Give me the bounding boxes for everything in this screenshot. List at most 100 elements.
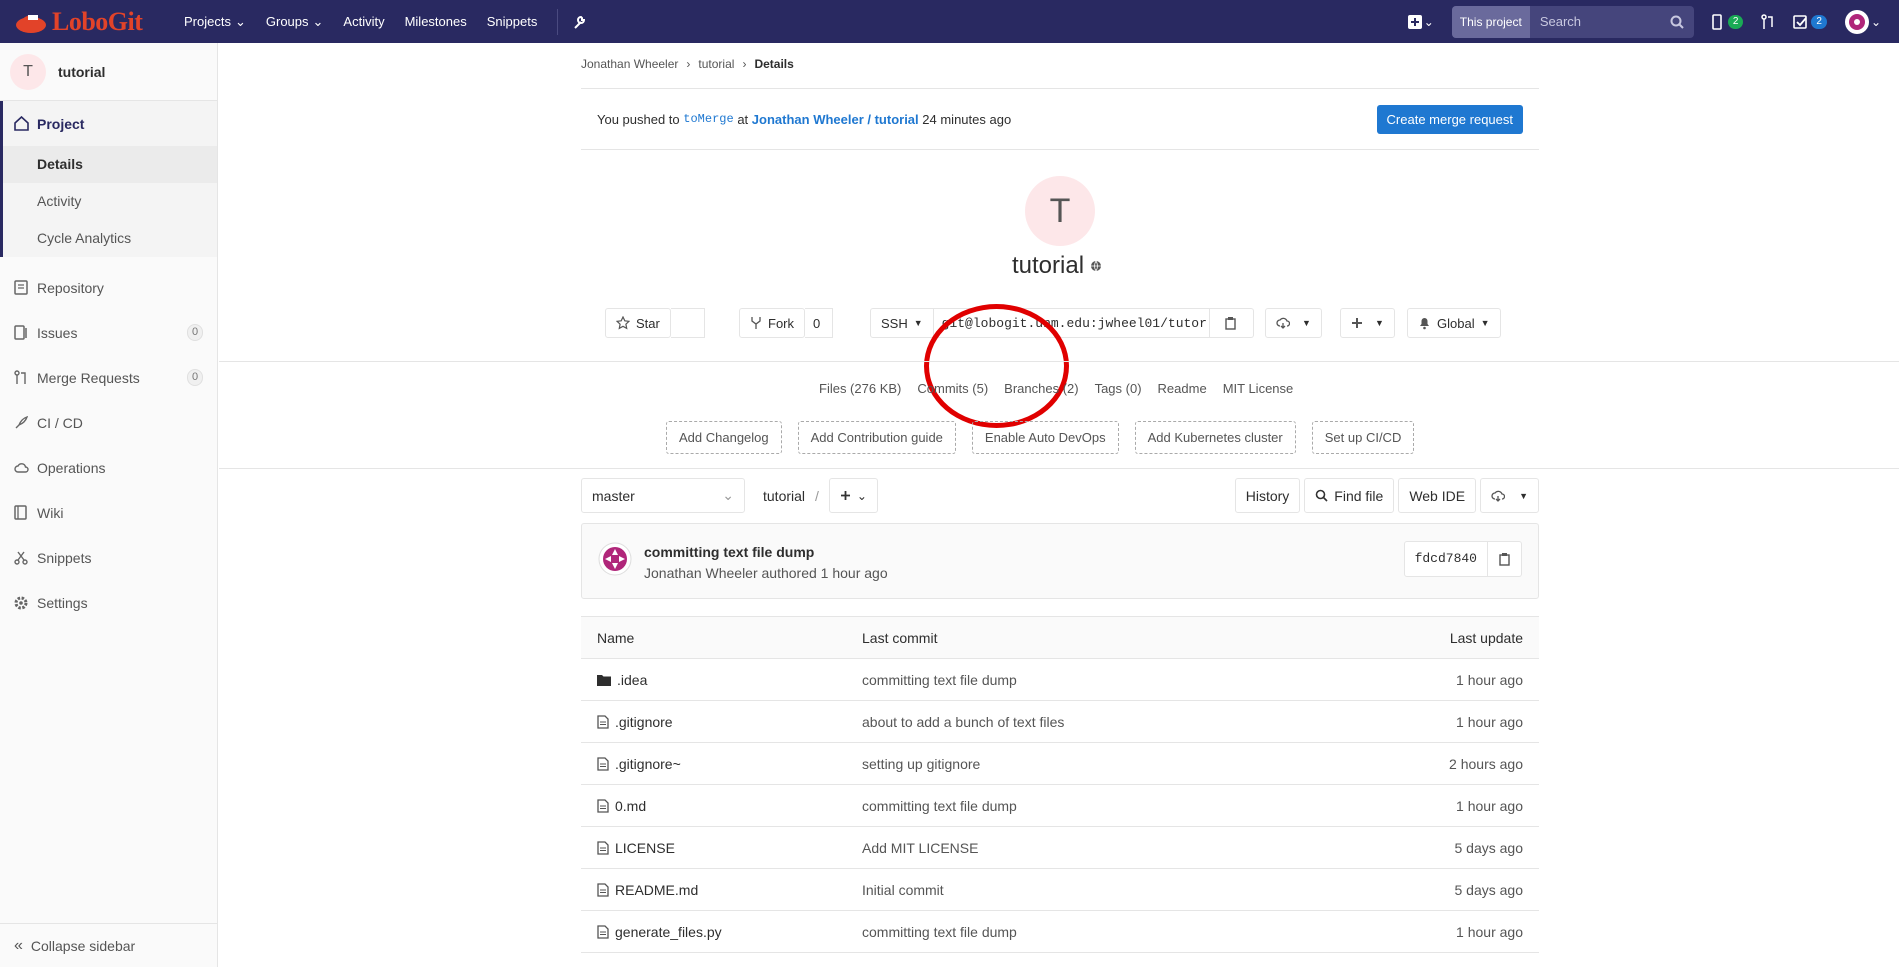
sidebar-item-merge-requests[interactable]: Merge Requests 0 bbox=[0, 355, 217, 400]
table-row[interactable]: 0.md committing text file dump 1 hour ago bbox=[581, 785, 1539, 827]
project-avatar: T bbox=[1025, 176, 1095, 246]
stat-branches[interactable]: Branches (2) bbox=[1004, 381, 1078, 396]
star-button[interactable]: Star bbox=[605, 308, 671, 338]
enable-auto-devops-button[interactable]: Enable Auto DevOps bbox=[971, 421, 1119, 454]
stat-tags[interactable]: Tags (0) bbox=[1095, 381, 1142, 396]
file-last-commit[interactable]: committing text file dump bbox=[862, 672, 1017, 688]
sidebar-item-ci-cd[interactable]: CI / CD bbox=[0, 400, 217, 445]
file-name[interactable]: generate_files.py bbox=[615, 924, 722, 940]
file-last-commit[interactable]: committing text file dump bbox=[862, 924, 1017, 940]
clone-url-input[interactable]: git@lobogit.unm.edu:jwheel01/tutor bbox=[933, 308, 1210, 338]
table-row[interactable]: .idea committing text file dump 1 hour ago bbox=[581, 659, 1539, 701]
breadcrumb-owner[interactable]: Jonathan Wheeler bbox=[581, 57, 678, 71]
issues-count-badge: 2 bbox=[1727, 14, 1744, 29]
table-row[interactable]: .gitignore~ setting up gitignore 2 hours a… bbox=[581, 743, 1539, 785]
file-name[interactable]: LICENSE bbox=[615, 840, 675, 856]
download-dropdown[interactable]: ▼ bbox=[1480, 478, 1539, 513]
notification-dropdown[interactable]: Global ▼ bbox=[1407, 308, 1501, 338]
nav-groups[interactable]: Groups ⌄ bbox=[266, 14, 324, 30]
new-dropdown[interactable]: ⌄ bbox=[1407, 14, 1434, 29]
add-contribution-guide-button[interactable]: Add Contribution guide bbox=[797, 421, 956, 454]
sidebar-item-wiki[interactable]: Wiki bbox=[0, 490, 217, 535]
sidebar-subitem-details[interactable]: Details bbox=[3, 146, 217, 183]
table-row[interactable]: .gitignore about to add a bunch of text f… bbox=[581, 701, 1539, 743]
admin-wrench-icon[interactable] bbox=[572, 15, 586, 29]
file-name[interactable]: .gitignore bbox=[615, 714, 673, 730]
sidebar-project-header[interactable]: T tutorial bbox=[0, 43, 217, 101]
sidebar-subitem-cycle-analytics[interactable]: Cycle Analytics bbox=[3, 220, 217, 257]
table-row[interactable]: README.md Initial commit 5 days ago bbox=[581, 869, 1539, 911]
file-last-update: 5 days ago bbox=[1454, 881, 1524, 898]
file-last-commit[interactable]: Initial commit bbox=[862, 882, 944, 898]
breadcrumb-project[interactable]: tutorial bbox=[698, 57, 734, 71]
copy-sha-button[interactable] bbox=[1488, 541, 1522, 577]
commit-message[interactable]: committing text file dump bbox=[644, 544, 814, 560]
table-row[interactable]: generate_files.py committing text file du… bbox=[581, 911, 1539, 953]
push-branch-link[interactable]: toMerge bbox=[683, 112, 733, 126]
protocol-dropdown[interactable]: SSH ▼ bbox=[870, 308, 934, 338]
table-row[interactable]: LICENSE Add MIT LICENSE 5 days ago bbox=[581, 827, 1539, 869]
star-count[interactable] bbox=[670, 308, 705, 338]
add-new-dropdown[interactable]: ▼ bbox=[1340, 308, 1395, 338]
file-name[interactable]: README.md bbox=[615, 882, 698, 898]
fork-button[interactable]: Fork bbox=[739, 308, 805, 338]
nav-snippets[interactable]: Snippets bbox=[487, 14, 538, 29]
breadcrumb: Jonathan Wheeler › tutorial › Details bbox=[581, 57, 794, 71]
add-changelog-button[interactable]: Add Changelog bbox=[666, 421, 782, 454]
download-dropdown[interactable]: ▼ bbox=[1265, 308, 1322, 338]
logo[interactable]: LoboGit bbox=[14, 7, 184, 37]
issues-nav-button[interactable]: 2 bbox=[1712, 13, 1744, 30]
merge-requests-nav-button[interactable] bbox=[1761, 13, 1775, 30]
breadcrumb-current[interactable]: Details bbox=[754, 57, 793, 71]
add-kubernetes-cluster-button[interactable]: Add Kubernetes cluster bbox=[1134, 421, 1296, 454]
sidebar-item-issues[interactable]: Issues 0 bbox=[0, 310, 217, 355]
sidebar-item-snippets[interactable]: Snippets bbox=[0, 535, 217, 580]
stat-license[interactable]: MIT License bbox=[1223, 381, 1294, 396]
file-name[interactable]: 0.md bbox=[615, 798, 646, 814]
caret-down-icon: ▼ bbox=[1519, 490, 1528, 501]
copy-url-button[interactable] bbox=[1209, 308, 1254, 338]
sidebar-subitem-activity[interactable]: Activity bbox=[3, 183, 217, 220]
create-merge-request-button[interactable]: Create merge request bbox=[1376, 105, 1523, 134]
stat-readme[interactable]: Readme bbox=[1158, 381, 1207, 396]
search-input[interactable] bbox=[1529, 5, 1670, 38]
author-avatar[interactable] bbox=[598, 542, 632, 576]
user-menu[interactable]: ⌄ bbox=[1844, 9, 1881, 34]
sidebar-item-operations[interactable]: Operations bbox=[0, 445, 217, 490]
collapse-sidebar-button[interactable]: « Collapse sidebar bbox=[0, 923, 217, 967]
top-navbar: LoboGit Projects ⌄ Groups ⌄ Activity Miles… bbox=[0, 0, 1899, 43]
chevron-down-icon: ⌄ bbox=[856, 488, 867, 503]
file-last-commit[interactable]: setting up gitignore bbox=[862, 756, 980, 772]
nav-milestones[interactable]: Milestones bbox=[405, 14, 467, 29]
search-box[interactable]: This project bbox=[1451, 5, 1694, 38]
history-button[interactable]: History bbox=[1234, 478, 1301, 513]
file-icon bbox=[597, 882, 609, 897]
tree-path[interactable]: tutorial bbox=[763, 488, 805, 504]
search-scope-badge[interactable]: This project bbox=[1451, 5, 1530, 38]
sidebar-item-settings[interactable]: Settings bbox=[0, 580, 217, 625]
web-ide-button[interactable]: Web IDE bbox=[1398, 478, 1477, 513]
nav-divider bbox=[557, 8, 559, 35]
add-to-tree-dropdown[interactable]: ⌄ bbox=[828, 478, 878, 513]
setup-ci-cd-button[interactable]: Set up CI/CD bbox=[1311, 421, 1415, 454]
file-name[interactable]: .idea bbox=[617, 672, 647, 688]
stat-commits[interactable]: Commits (5) bbox=[917, 381, 988, 396]
file-last-commit[interactable]: committing text file dump bbox=[862, 798, 1017, 814]
nav-projects[interactable]: Projects ⌄ bbox=[184, 14, 246, 30]
find-file-button[interactable]: Find file bbox=[1304, 478, 1395, 513]
branch-select[interactable]: master ⌄ bbox=[581, 478, 745, 513]
push-project-link[interactable]: Jonathan Wheeler / tutorial bbox=[752, 112, 919, 127]
file-name[interactable]: .gitignore~ bbox=[615, 756, 681, 772]
file-last-commit[interactable]: about to add a bunch of text files bbox=[862, 714, 1064, 730]
sidebar-item-repository[interactable]: Repository bbox=[0, 265, 217, 310]
nav-activity[interactable]: Activity bbox=[343, 14, 384, 29]
todos-nav-button[interactable]: 2 bbox=[1793, 14, 1827, 29]
commit-sha[interactable]: fdcd7840 bbox=[1403, 541, 1488, 577]
fork-count[interactable]: 0 bbox=[805, 308, 833, 338]
stat-files[interactable]: Files (276 KB) bbox=[819, 381, 901, 396]
file-last-update: 1 hour ago bbox=[1456, 797, 1523, 814]
project-stats: Files (276 KB) Commits (5) Branches (2) … bbox=[819, 381, 1293, 396]
sidebar-item-project[interactable]: Project bbox=[3, 101, 217, 146]
file-last-commit[interactable]: Add MIT LICENSE bbox=[862, 840, 978, 856]
sidebar-item-label: Settings bbox=[37, 594, 88, 611]
